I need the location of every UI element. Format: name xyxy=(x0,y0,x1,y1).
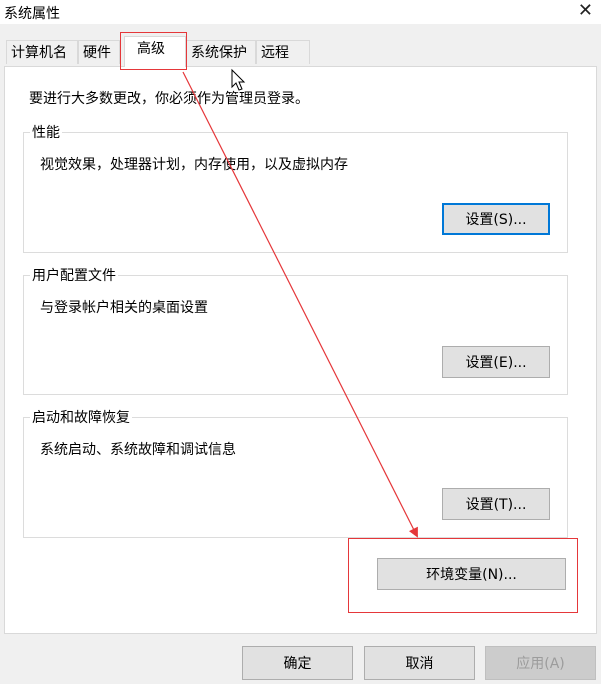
tab-strip: 计算机名 硬件 高级 系统保护 远程 xyxy=(0,36,601,67)
user-profiles-settings-button[interactable]: 设置(E)... xyxy=(442,346,550,378)
tab-computer-name[interactable]: 计算机名 xyxy=(6,40,78,64)
performance-settings-button[interactable]: 设置(S)... xyxy=(442,203,550,235)
user-profiles-description: 与登录帐户相关的桌面设置 xyxy=(40,300,208,316)
performance-group-title: 性能 xyxy=(30,122,62,142)
ok-button[interactable]: 确定 xyxy=(242,646,353,680)
tab-hardware[interactable]: 硬件 xyxy=(78,40,120,64)
user-profiles-group-title: 用户配置文件 xyxy=(30,265,118,285)
cancel-button[interactable]: 取消 xyxy=(364,646,475,680)
startup-recovery-description: 系统启动、系统故障和调试信息 xyxy=(40,442,236,458)
startup-recovery-group-title: 启动和故障恢复 xyxy=(30,407,132,427)
tab-remote[interactable]: 远程 xyxy=(256,40,310,64)
apply-button[interactable]: 应用(A) xyxy=(485,646,596,680)
environment-variables-button[interactable]: 环境变量(N)... xyxy=(377,558,566,590)
close-icon[interactable]: ✕ xyxy=(578,0,593,22)
window-title: 系统属性 xyxy=(4,6,60,22)
title-bar: 系统属性 ✕ xyxy=(0,0,601,24)
tab-system-protection[interactable]: 系统保护 xyxy=(186,40,256,64)
performance-description: 视觉效果，处理器计划，内存使用，以及虚拟内存 xyxy=(40,157,348,173)
tab-advanced[interactable]: 高级 xyxy=(124,36,186,67)
admin-note: 要进行大多数更改，你必须作为管理员登录。 xyxy=(29,91,309,107)
startup-recovery-settings-button[interactable]: 设置(T)... xyxy=(442,488,550,520)
